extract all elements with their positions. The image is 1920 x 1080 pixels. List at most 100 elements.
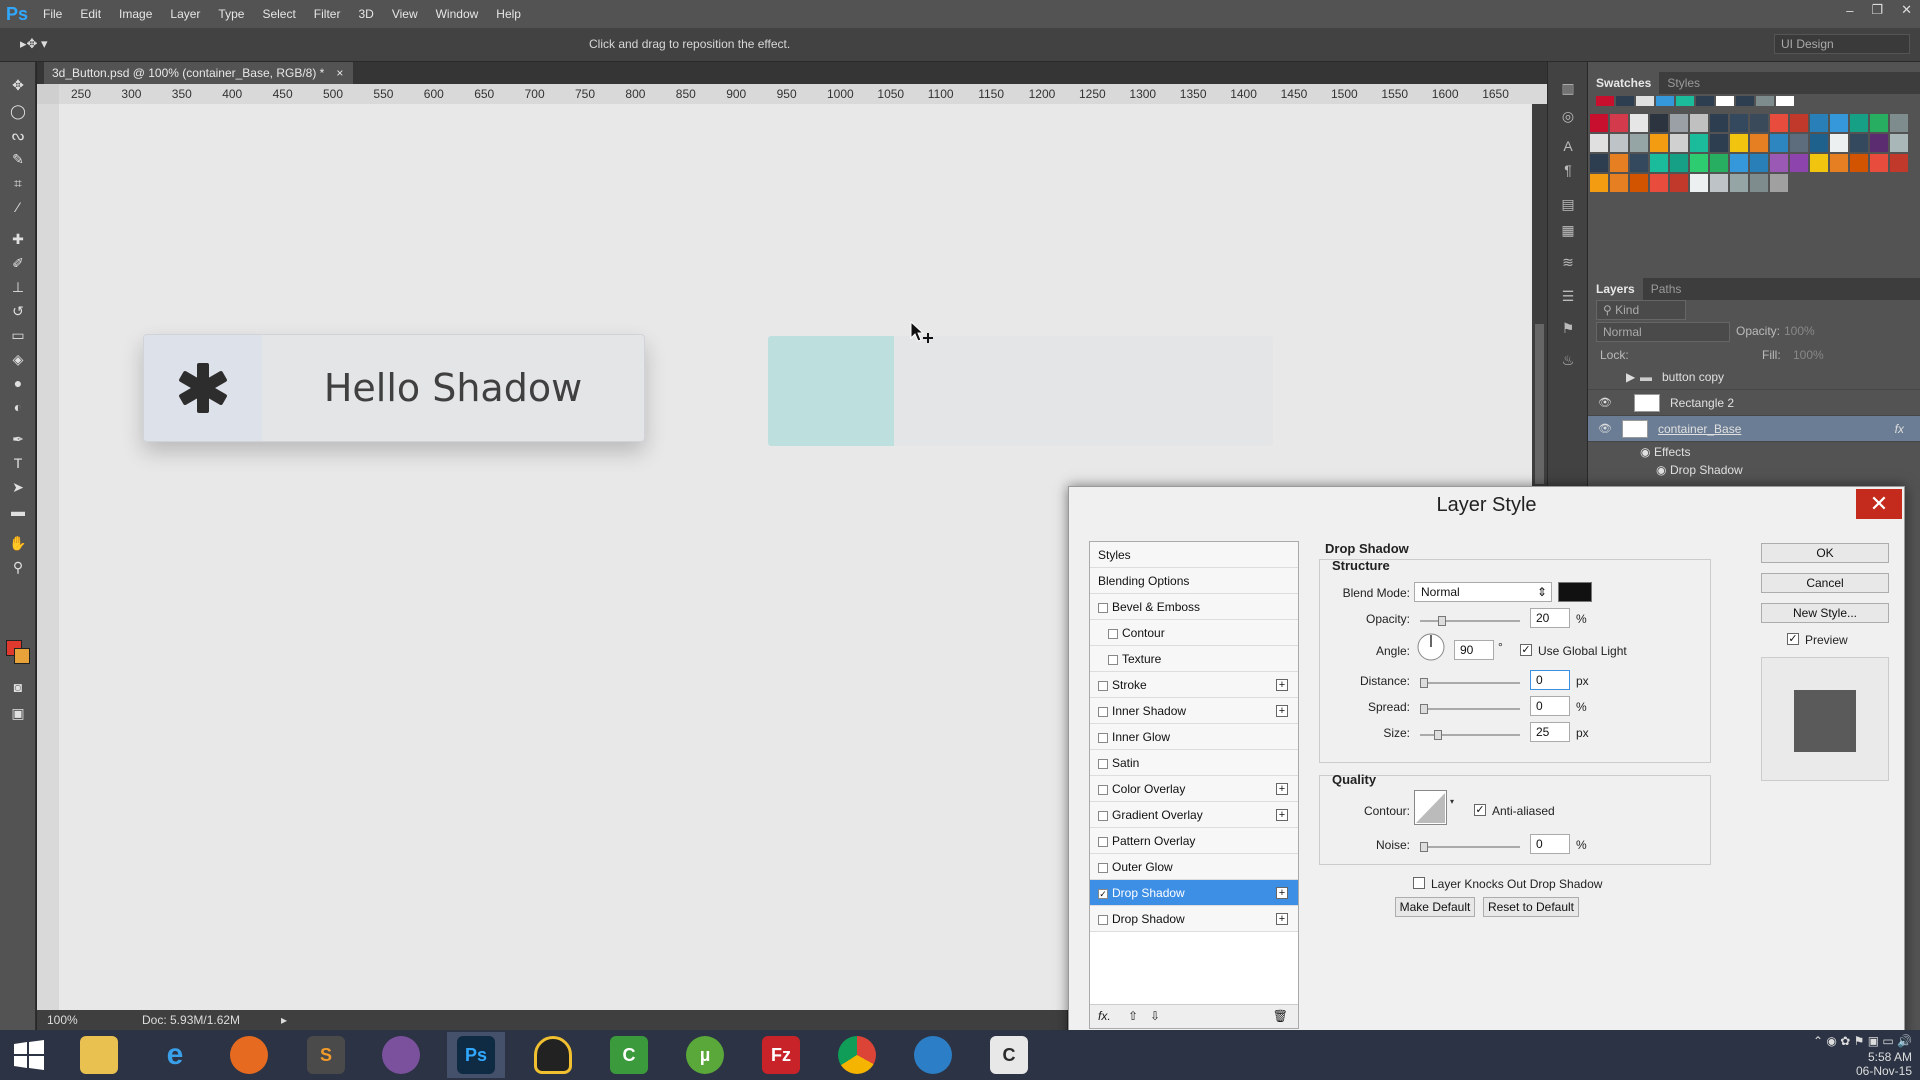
effect-eye-icon[interactable]: ◉ — [1656, 460, 1666, 480]
add-effect-icon[interactable]: + — [1276, 705, 1288, 717]
make-default-button[interactable]: Make Default — [1395, 897, 1475, 917]
stamp-tool-icon[interactable]: ⊥ — [8, 278, 28, 296]
effects-eye-icon[interactable]: ◉ — [1640, 442, 1650, 462]
swatch[interactable] — [1850, 154, 1868, 172]
move-down-icon[interactable]: ⇩ — [1150, 1009, 1160, 1023]
taskbar-chrome[interactable] — [828, 1032, 886, 1078]
taskbar-explorer[interactable] — [70, 1032, 128, 1078]
vertical-ruler[interactable] — [37, 104, 59, 1010]
style-item[interactable]: Gradient Overlay + — [1090, 802, 1298, 828]
shape-tool-icon[interactable]: ▬ — [8, 502, 28, 520]
swatch[interactable] — [1610, 114, 1628, 132]
layer-row[interactable]: ▶ ▬ button copy — [1588, 364, 1920, 390]
background-color-swatch[interactable] — [14, 648, 30, 664]
menu-window[interactable]: Window — [427, 0, 488, 28]
tab-layers[interactable]: Layers — [1588, 278, 1643, 300]
taskbar-ie[interactable]: e — [146, 1032, 204, 1078]
distance-slider-thumb[interactable] — [1420, 678, 1428, 688]
tab-paths[interactable]: Paths — [1643, 278, 1690, 300]
style-item[interactable]: Color Overlay + — [1090, 776, 1298, 802]
type-tool-icon[interactable]: T — [8, 454, 28, 472]
swatch[interactable] — [1676, 96, 1694, 106]
style-item-checkbox[interactable] — [1098, 759, 1108, 769]
swatch[interactable] — [1650, 174, 1668, 192]
opacity-slider[interactable] — [1420, 616, 1520, 626]
shadow-color-swatch[interactable] — [1558, 582, 1592, 602]
spread-slider-thumb[interactable] — [1420, 704, 1428, 714]
layer-knocks-out-checkbox[interactable] — [1413, 877, 1425, 889]
visibility-eye-icon[interactable]: 👁 — [1598, 423, 1612, 435]
swatch[interactable] — [1696, 96, 1714, 106]
cancel-button[interactable]: Cancel — [1761, 573, 1889, 593]
swatch[interactable] — [1656, 96, 1674, 106]
clock-time[interactable]: 5:58 AM — [1813, 1050, 1912, 1064]
swatch[interactable] — [1890, 154, 1908, 172]
quick-select-tool-icon[interactable]: ✎ — [8, 150, 28, 168]
add-effect-icon[interactable]: + — [1276, 887, 1288, 899]
taskbar-browser[interactable] — [904, 1032, 962, 1078]
zoom-tool-icon[interactable]: ⚲ — [8, 558, 28, 576]
distance-slider[interactable] — [1420, 678, 1520, 688]
style-item-checkbox[interactable] — [1098, 733, 1108, 743]
style-item[interactable]: Texture — [1090, 646, 1298, 672]
swatch[interactable] — [1736, 96, 1754, 106]
menu-view[interactable]: View — [383, 0, 427, 28]
style-item[interactable]: Drop Shadow + — [1090, 906, 1298, 932]
noise-field[interactable]: 0 — [1530, 834, 1570, 854]
swatch[interactable] — [1870, 134, 1888, 152]
swatch[interactable] — [1590, 174, 1608, 192]
menu-select[interactable]: Select — [253, 0, 304, 28]
document-tab-close-icon[interactable]: × — [336, 62, 343, 84]
style-item[interactable]: Outer Glow — [1090, 854, 1298, 880]
spread-slider[interactable] — [1420, 704, 1520, 714]
size-slider-thumb[interactable] — [1434, 730, 1442, 740]
visibility-eye-icon[interactable]: 👁 — [1598, 397, 1612, 409]
brush-presets-icon[interactable]: ≋ — [1558, 252, 1578, 272]
minimize-icon[interactable]: – — [1846, 3, 1853, 18]
scroll-thumb[interactable] — [1535, 324, 1544, 484]
swatch[interactable] — [1730, 154, 1748, 172]
swatch[interactable] — [1730, 174, 1748, 192]
swatch[interactable] — [1750, 134, 1768, 152]
ruler-origin[interactable] — [37, 84, 59, 104]
distance-field[interactable]: 0 — [1530, 670, 1570, 690]
swatch[interactable] — [1716, 96, 1734, 106]
layer-row-selected[interactable]: 👁 container_Base fx — [1588, 416, 1920, 442]
swatch[interactable] — [1756, 96, 1774, 106]
swatch[interactable] — [1690, 154, 1708, 172]
adjustments-icon[interactable]: ◎ — [1558, 106, 1578, 126]
pen-tool-icon[interactable]: ✒ — [8, 430, 28, 448]
trash-icon[interactable]: 🗑 — [1273, 1009, 1288, 1023]
swatch[interactable] — [1610, 174, 1628, 192]
swatch[interactable] — [1650, 114, 1668, 132]
swatch[interactable] — [1630, 114, 1648, 132]
expand-arrow-icon[interactable]: ▶ — [1626, 364, 1635, 390]
add-effect-icon[interactable]: + — [1276, 913, 1288, 925]
effects-row[interactable]: ◉ Effects — [1588, 442, 1920, 462]
layer-opacity-value[interactable]: 100% — [1784, 324, 1815, 338]
tab-swatches[interactable]: Swatches — [1588, 72, 1660, 94]
style-item[interactable]: Inner Glow — [1090, 724, 1298, 750]
swatch[interactable] — [1710, 114, 1728, 132]
swatch[interactable] — [1650, 154, 1668, 172]
effect-item-row[interactable]: ◉ Drop Shadow — [1588, 460, 1920, 480]
style-item-checkbox[interactable] — [1098, 837, 1108, 847]
swatch[interactable] — [1790, 134, 1808, 152]
swatch[interactable] — [1790, 154, 1808, 172]
restore-icon[interactable]: ❐ — [1871, 2, 1883, 18]
style-item[interactable]: Inner Shadow + — [1090, 698, 1298, 724]
clock-date[interactable]: 06-Nov-15 — [1813, 1064, 1912, 1078]
style-item-checkbox[interactable] — [1098, 915, 1108, 925]
layer-blend-mode[interactable]: Normal — [1596, 322, 1730, 342]
lasso-tool-icon[interactable]: ᔓ — [8, 126, 28, 144]
swatch[interactable] — [1630, 154, 1648, 172]
swatch[interactable] — [1770, 134, 1788, 152]
spread-field[interactable]: 0 — [1530, 696, 1570, 716]
menu-image[interactable]: Image — [110, 0, 161, 28]
dialog-close-button[interactable]: ✕ — [1856, 489, 1902, 519]
quick-mask-icon[interactable]: ◙ — [8, 678, 28, 696]
swatch[interactable] — [1790, 114, 1808, 132]
hand-tool-icon[interactable]: ✋ — [8, 534, 28, 552]
paragraph-icon[interactable]: ¶ — [1558, 160, 1578, 180]
style-item-checkbox[interactable]: ✓ — [1098, 889, 1108, 899]
